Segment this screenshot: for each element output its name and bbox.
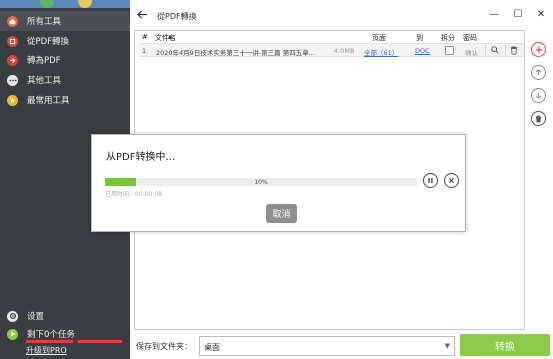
- progress-percent: 10%: [254, 179, 268, 186]
- table-header: # 文件名 ▲ 页面 到 拆分 密码: [135, 31, 524, 43]
- convert-label: 转换: [495, 341, 515, 353]
- sidebar-item-favorites[interactable]: 最常用工具: [0, 90, 130, 110]
- maximize-button[interactable]: ☐: [511, 9, 525, 20]
- gear-icon: [7, 310, 18, 322]
- split-checkbox[interactable]: [445, 46, 454, 55]
- sort-arrow-icon[interactable]: ▲: [168, 34, 172, 40]
- close-button[interactable]: ✕: [534, 9, 548, 20]
- move-down-button[interactable]: [531, 88, 546, 103]
- minimize-button[interactable]: —: [487, 9, 501, 20]
- header-index: #: [142, 33, 148, 41]
- cell-divider: [485, 45, 486, 56]
- save-folder-select[interactable]: 桌面 ▼: [199, 336, 455, 356]
- header-to: 到: [416, 34, 423, 42]
- header-filename[interactable]: 文件名: [155, 33, 176, 43]
- row-index: 1: [142, 47, 147, 55]
- stop-button[interactable]: [444, 173, 459, 188]
- sidebar-item-label: 其他工具: [27, 76, 62, 86]
- home-icon: [7, 15, 18, 27]
- search-icon[interactable]: [491, 46, 499, 56]
- taskbar-app-icon: [78, 0, 92, 8]
- sidebar-item-label: 從PDF轉換: [27, 37, 70, 47]
- table-row[interactable]: 1 2020年4月9日技术实务第三十一讲-第三篇 第四五章... 4.0MB 全…: [139, 43, 524, 57]
- add-file-button[interactable]: [531, 42, 546, 57]
- tasks-status: 剩下0个任务: [0, 327, 130, 341]
- cancel-label: 取消: [272, 210, 291, 220]
- conversion-progress-dialog: 从PDF转换中... 10% 已用时间：00:00:08 取消: [91, 134, 466, 232]
- star-icon: [7, 94, 18, 106]
- play-icon: [7, 328, 18, 340]
- settings-label: 设置: [27, 312, 45, 322]
- convert-button[interactable]: 转换: [460, 334, 550, 356]
- cancel-button[interactable]: 取消: [266, 204, 297, 223]
- row-pages-link[interactable]: 全部（61）: [364, 47, 398, 57]
- row-filename: 2020年4月9日技术实务第三十一讲-第三篇 第四五章...: [156, 49, 315, 57]
- red-divider: [26, 340, 73, 343]
- upgrade-link[interactable]: 升级到PRO: [26, 345, 67, 356]
- window-title: 從PDF轉換: [157, 12, 197, 21]
- save-folder-label: 保存到文件夹：: [136, 342, 192, 351]
- elapsed-time: 已用时间：00:00:08: [105, 191, 162, 198]
- sidebar-item-from-pdf[interactable]: 從PDF轉換: [0, 31, 130, 51]
- progress-bar: 10%: [105, 178, 417, 186]
- header-pages: 页面: [372, 34, 386, 42]
- header-split: 拆分: [441, 34, 455, 42]
- tasks-label: 剩下0个任务: [27, 330, 75, 340]
- taskbar-app-icon: [40, 0, 54, 8]
- sidebar-item-other-tools[interactable]: 其他工具: [0, 70, 130, 90]
- red-divider: [78, 340, 122, 343]
- titlebar: 從PDF轉換 — ☐ ✕: [130, 0, 553, 30]
- dialog-title: 从PDF转换中...: [106, 152, 176, 163]
- back-arrow-icon[interactable]: [137, 9, 148, 22]
- move-up-button[interactable]: [531, 65, 546, 80]
- bottom-bar: 保存到文件夹： 桌面 ▼ 转换: [130, 333, 553, 359]
- more-icon: [7, 74, 18, 86]
- cell-divider: [505, 45, 506, 56]
- trash-icon[interactable]: [510, 46, 518, 57]
- chevron-down-icon: ▼: [444, 342, 450, 350]
- save-folder-value: 桌面: [204, 343, 220, 352]
- pause-button[interactable]: [423, 173, 438, 188]
- pdf-from-icon: [7, 35, 18, 47]
- sidebar-item-label: 轉為PDF: [27, 56, 61, 66]
- sidebar-item-to-pdf[interactable]: 轉為PDF: [0, 50, 130, 70]
- row-format-link[interactable]: DOC: [415, 47, 430, 55]
- row-password[interactable]: 确认: [465, 47, 478, 57]
- sidebar-item-all-tools[interactable]: 所有工具: [0, 11, 130, 31]
- taskbar-strip: [0, 0, 130, 8]
- header-password: 密码: [463, 34, 477, 42]
- delete-all-button[interactable]: [531, 111, 546, 126]
- sidebar-item-label: 所有工具: [27, 17, 62, 27]
- sidebar-item-label: 最常用工具: [27, 96, 70, 106]
- settings-button[interactable]: 设置: [0, 309, 130, 323]
- pdf-to-icon: [7, 54, 18, 66]
- row-size: 4.0MB: [334, 47, 355, 55]
